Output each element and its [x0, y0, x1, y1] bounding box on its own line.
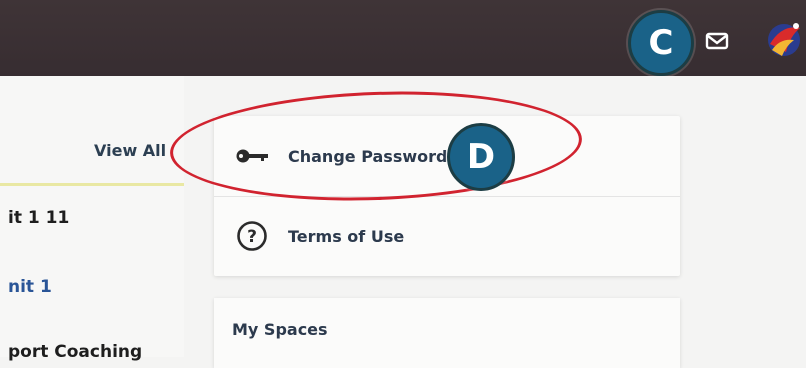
- app-logo-icon[interactable]: [760, 14, 806, 64]
- svg-text:?: ?: [247, 227, 257, 247]
- mail-icon: [705, 32, 729, 50]
- terms-of-use-label: Terms of Use: [288, 226, 405, 246]
- terms-of-use-menu-item[interactable]: ? Terms of Use: [214, 196, 680, 276]
- list-item[interactable]: it 1 11: [8, 208, 69, 228]
- callout-c-badge: C: [628, 10, 694, 76]
- question-circle-icon: ?: [237, 221, 267, 251]
- list-item[interactable]: nit 1: [8, 277, 52, 297]
- mail-button[interactable]: [697, 24, 737, 58]
- my-spaces-panel: My Spaces: [214, 298, 680, 368]
- my-spaces-title: My Spaces: [232, 320, 328, 339]
- view-all-link[interactable]: View All: [94, 141, 166, 160]
- list-item[interactable]: port Coaching: [8, 342, 142, 362]
- top-navigation-bar: C: [0, 0, 806, 76]
- divider: [0, 183, 184, 186]
- callout-d-badge: D: [447, 123, 515, 191]
